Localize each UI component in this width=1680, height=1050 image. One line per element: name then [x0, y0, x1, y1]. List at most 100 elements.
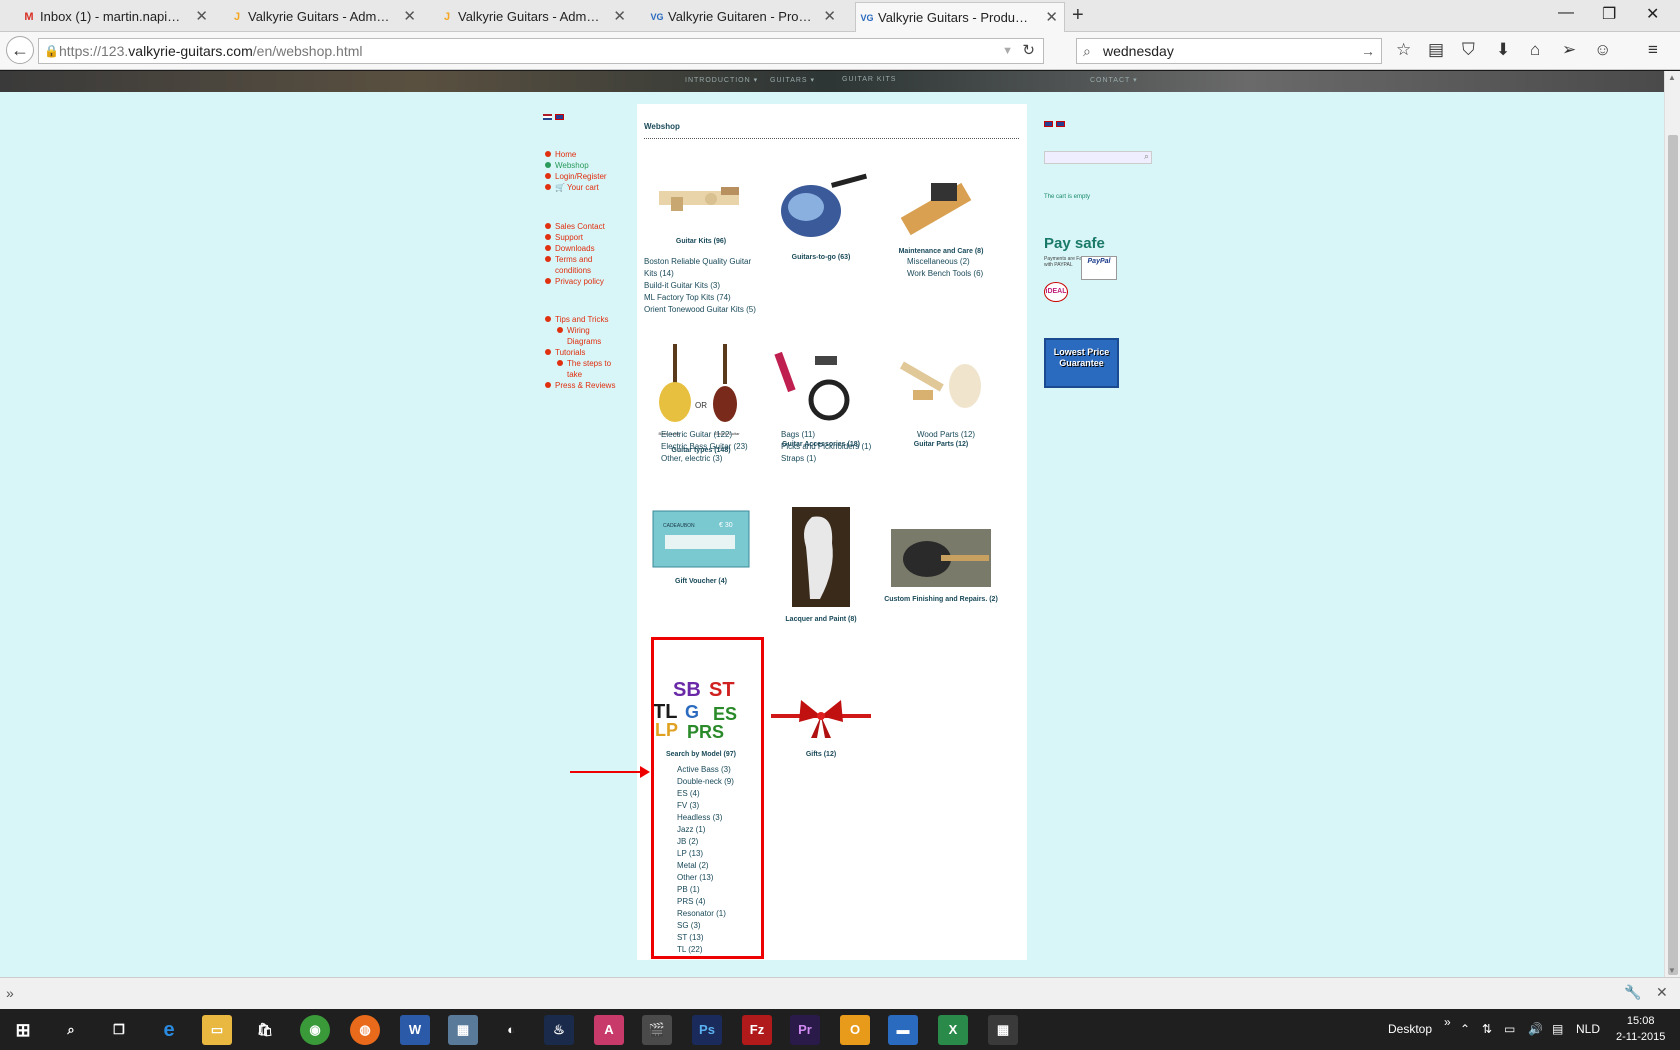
outlook-icon[interactable]: O	[840, 1015, 870, 1045]
wrench-icon[interactable]: 🔧	[1624, 984, 1641, 1001]
sidebar-item[interactable]: Webshop	[544, 160, 624, 171]
subcategory-link[interactable]: Miscellaneous (2)	[907, 256, 983, 268]
filezilla-icon[interactable]: Fz	[742, 1015, 772, 1045]
subcategory-link[interactable]: Other, electric (3)	[661, 453, 748, 465]
subcategory-link[interactable]: Bags (11)	[781, 429, 871, 441]
home-icon[interactable]: ⌂	[1530, 40, 1540, 60]
steam-icon[interactable]: ♨	[544, 1015, 574, 1045]
subcategory-link[interactable]: Electric Bass Guitar (23)	[661, 441, 748, 453]
category-name[interactable]: Maintenance and Care (8)	[881, 248, 1001, 255]
close-icon[interactable]: ✕	[1656, 984, 1668, 1001]
category-name[interactable]: Gift Voucher (4)	[641, 578, 761, 585]
network-icon[interactable]: ⇅	[1482, 1022, 1492, 1036]
download-icon[interactable]: ⬇	[1496, 40, 1510, 60]
subcategory-link[interactable]: Wood Parts (12)	[917, 429, 975, 441]
task-view-icon[interactable]: ❐	[104, 1015, 134, 1045]
sidebar-item[interactable]: Home	[544, 149, 624, 160]
folder-icon[interactable]: ▬	[888, 1015, 918, 1045]
sidebar-item[interactable]: Wiring Diagrams	[544, 325, 624, 347]
sidebar-item[interactable]: Tutorials	[544, 347, 624, 358]
sidebar-item[interactable]: Support	[544, 232, 624, 243]
photoshop-icon[interactable]: Ps	[692, 1015, 722, 1045]
subcategory-link[interactable]: Build-it Guitar Kits (3)	[644, 280, 764, 292]
category-gifts[interactable]: Gifts (12)	[761, 692, 881, 758]
reading-list-icon[interactable]: ▤	[1428, 40, 1444, 60]
banner-menu-item[interactable]: GUITARS ▾	[770, 76, 815, 84]
sidebar-item[interactable]: Login/Register	[544, 171, 624, 182]
close-icon[interactable]: ✕	[403, 2, 416, 32]
subcategory-link[interactable]: Straps (1)	[781, 453, 871, 465]
window-close-icon[interactable]: ✕	[1646, 4, 1659, 24]
url-bar[interactable]: 🔒 https://123.valkyrie-guitars.com/en/we…	[38, 38, 1044, 64]
back-arrow-icon[interactable]: ←	[6, 36, 34, 64]
notification-icon[interactable]: ▤	[1552, 1022, 1563, 1036]
minimize-icon[interactable]: —	[1558, 4, 1574, 22]
browser-tab[interactable]: M Inbox (1) - martin.napier@... ✕	[18, 2, 214, 32]
excel-icon[interactable]: X	[938, 1015, 968, 1045]
browser-tab-active[interactable]: VG Valkyrie Guitars - Product ... ✕	[855, 2, 1065, 32]
chevron-right-icon[interactable]: »	[6, 985, 14, 1001]
lowest-price-badge[interactable]: Lowest Price Guarantee	[1044, 338, 1119, 388]
store-icon[interactable]: 🛍	[250, 1015, 280, 1045]
category-maintenance[interactable]: Maintenance and Care (8)	[881, 169, 1001, 255]
volume-icon[interactable]: 🔊	[1528, 1022, 1543, 1036]
subcategory-link[interactable]: Electric Guitar (122)	[661, 429, 748, 441]
banner-menu-item[interactable]: CONTACT ▾	[1090, 76, 1138, 84]
category-name[interactable]: Custom Finishing and Repairs. (2)	[881, 596, 1001, 603]
app-icon[interactable]: ▦	[448, 1015, 478, 1045]
browser-tab[interactable]: VG Valkyrie Guitaren - Produc... ✕	[646, 2, 842, 32]
search-go-icon[interactable]: →	[1361, 39, 1375, 63]
tray-up-icon[interactable]: ⌃	[1460, 1022, 1470, 1036]
subcategory-link[interactable]: Orient Tonewood Guitar Kits (5)	[644, 304, 764, 316]
word-icon[interactable]: W	[400, 1015, 430, 1045]
category-name[interactable]: Guitar Kits (96)	[641, 238, 761, 245]
firefox-icon[interactable]: ◍	[350, 1015, 380, 1045]
banner-menu-item[interactable]: GUITAR KITS	[842, 76, 896, 83]
english-flag-icon[interactable]	[555, 114, 564, 120]
bookmark-star-icon[interactable]: ☆	[1396, 40, 1411, 60]
pocket-icon[interactable]: ⛉	[1462, 40, 1475, 60]
subcategory-link[interactable]: Boston Reliable Quality Guitar Kits (14)	[644, 256, 764, 280]
category-name[interactable]: Guitar Parts (12)	[881, 441, 1001, 448]
share-icon[interactable]: ➢	[1562, 40, 1576, 60]
sidebar-item[interactable]: Downloads	[544, 243, 624, 254]
search-icon[interactable]: ⌕	[1144, 151, 1149, 162]
battery-icon[interactable]: ▭	[1504, 1022, 1515, 1036]
file-explorer-icon[interactable]: ▭	[202, 1015, 232, 1045]
sidebar-item[interactable]: Tips and Tricks	[544, 314, 624, 325]
close-icon[interactable]: ✕	[195, 2, 208, 32]
category-name[interactable]: Gifts (12)	[761, 751, 881, 758]
edge-icon[interactable]: e	[154, 1015, 184, 1045]
browser-tab[interactable]: J Valkyrie Guitars - Adminis... ✕	[436, 2, 632, 32]
vertical-scrollbar[interactable]: ▲ ▼	[1664, 71, 1680, 977]
subcategory-link[interactable]: Picks and Pickholders (1)	[781, 441, 871, 453]
chevron-icon[interactable]: »	[1444, 1015, 1451, 1029]
system-clock[interactable]: 15:08 2-11-2015	[1616, 1013, 1665, 1045]
menu-icon[interactable]: ≡	[1648, 40, 1658, 60]
chat-icon[interactable]: ☺	[1594, 40, 1611, 60]
close-icon[interactable]: ✕	[613, 2, 626, 32]
url-dropdown-icon[interactable]: ▼	[1002, 39, 1013, 63]
category-lacquer[interactable]: Lacquer and Paint (8)	[761, 507, 881, 623]
category-guitars-to-go[interactable]: Guitars-to-go (63)	[761, 169, 881, 261]
shop-search-input[interactable]: ⌕	[1044, 151, 1152, 164]
search-input[interactable]: ⌕ wednesday →	[1076, 38, 1382, 64]
scrollbar-thumb[interactable]	[1668, 135, 1678, 975]
language-indicator[interactable]: NLD	[1576, 1022, 1600, 1036]
english-flag-icon[interactable]	[1044, 121, 1053, 127]
windows-start-icon[interactable]: ⊞	[8, 1015, 38, 1045]
dutch-flag-icon[interactable]	[543, 114, 552, 120]
acrobat-icon[interactable]: A	[594, 1015, 624, 1045]
sidebar-item[interactable]: Press & Reviews	[544, 380, 624, 391]
category-name[interactable]: Guitars-to-go (63)	[761, 254, 881, 261]
banner-menu-item[interactable]: INTRODUCTION ▾	[685, 76, 758, 84]
subcategory-link[interactable]: Work Bench Tools (6)	[907, 268, 983, 280]
english-flag-icon[interactable]	[1056, 121, 1065, 127]
scroll-up-icon[interactable]: ▲	[1668, 73, 1676, 82]
subcategory-link[interactable]: ML Factory Top Kits (74)	[644, 292, 764, 304]
browser-tab[interactable]: J Valkyrie Guitars - Adminis... ✕	[226, 2, 422, 32]
reload-icon[interactable]: ↻	[1022, 39, 1035, 63]
calculator-icon[interactable]: ▦	[988, 1015, 1018, 1045]
category-gift-voucher[interactable]: CADEAUBON € 30 Gift Voucher (4)	[641, 509, 761, 585]
close-icon[interactable]: ✕	[1045, 3, 1058, 32]
